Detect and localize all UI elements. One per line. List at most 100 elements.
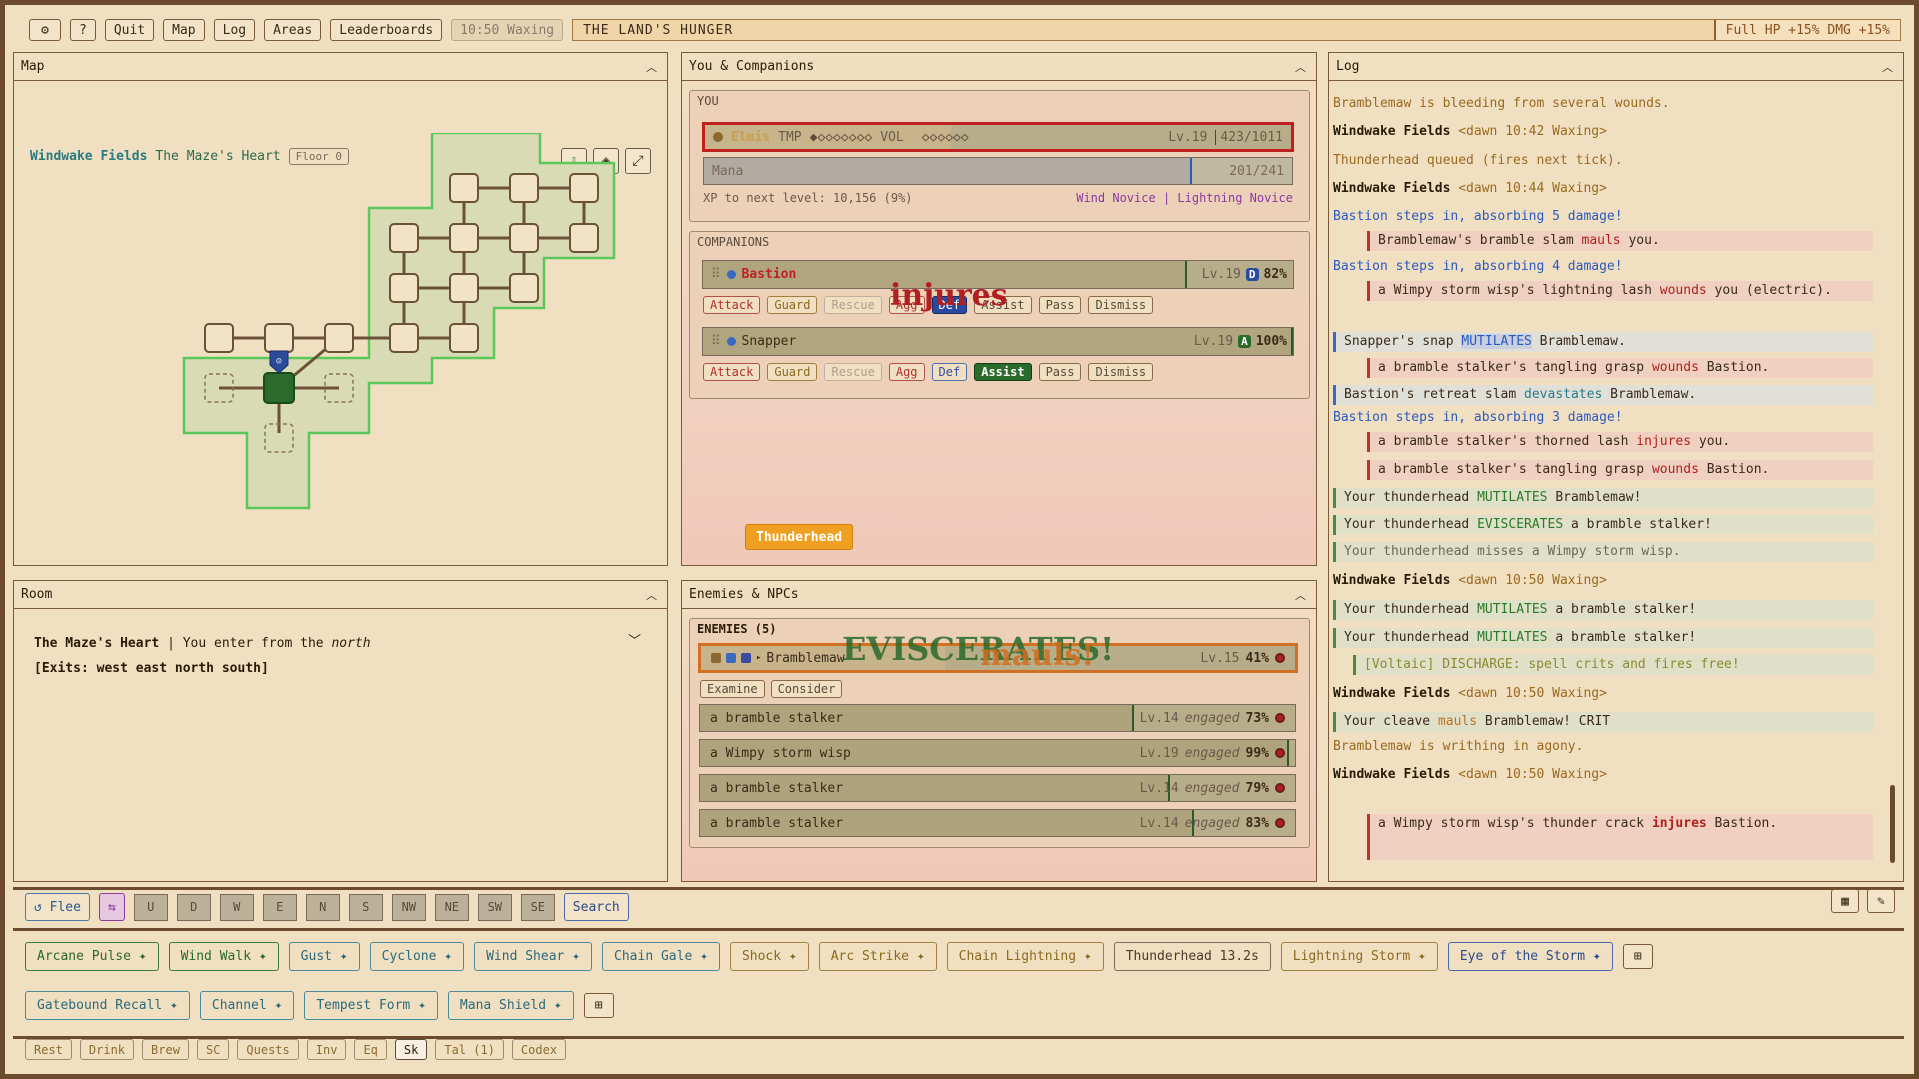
companion-bar[interactable]: ⠿ Bastion Lv.19 D 82% xyxy=(702,260,1294,289)
map-button[interactable]: Map xyxy=(163,19,205,41)
collapse-icon[interactable]: ︿ xyxy=(1295,587,1306,603)
skill-button[interactable]: Wind Shear ✦ xyxy=(474,942,593,971)
companion-dismiss-button[interactable]: Dismiss xyxy=(1088,363,1154,381)
enemy-bar[interactable]: a bramble stalker Lv.14 engaged 73% xyxy=(699,704,1296,732)
examine-button[interactable]: Examine xyxy=(700,680,765,698)
tab-tal-1[interactable]: Tal (1) xyxy=(435,1039,504,1060)
skill-button[interactable]: Channel ✦ xyxy=(199,991,295,1020)
companion-def-button[interactable]: Def xyxy=(931,296,968,314)
skill-button[interactable]: Cyclone ✦ xyxy=(369,942,465,971)
mana-value: 201/241 xyxy=(1229,163,1284,179)
chevron-down-icon[interactable]: ﹀ xyxy=(628,630,641,649)
companion-assist-button[interactable]: Assist xyxy=(974,296,1032,314)
tab-sk[interactable]: Sk xyxy=(394,1039,428,1060)
volatility-pips: ◇◇◇◇◇◇ xyxy=(921,129,969,145)
player-hp-bar[interactable]: Elmis TMP ◆◇◇◇◇◇◇◇ VOL ◇◇◇◇◇◇ Lv.19 423/… xyxy=(702,122,1294,152)
log-entry: Bastion's retreat slam devastates Brambl… xyxy=(1333,385,1873,405)
move-s-button[interactable]: S xyxy=(348,893,383,921)
companion-agg-button[interactable]: Agg xyxy=(888,296,925,314)
swap-button[interactable]: ⇆ xyxy=(98,893,125,921)
move-d-button[interactable]: D xyxy=(176,893,211,921)
log-entry: Your thunderhead MUTILATES a bramble sta… xyxy=(1333,600,1873,620)
move-sw-button[interactable]: SW xyxy=(477,893,512,921)
move-e-button[interactable]: E xyxy=(262,893,297,921)
log-entry: Your thunderhead MUTILATES a bramble sta… xyxy=(1333,628,1873,648)
skill-button[interactable]: Eye of the Storm ✦ xyxy=(1447,942,1613,971)
consider-button[interactable]: Consider xyxy=(770,680,843,698)
grid-icon[interactable]: ⊞ xyxy=(1622,944,1653,969)
tab-inv[interactable]: Inv xyxy=(306,1039,347,1060)
log-entry: Snapper's snap MUTILATES Bramblemaw. xyxy=(1333,332,1873,352)
target-enemy-bar[interactable]: ▸ Bramblemaw Lv.15 41% xyxy=(698,643,1298,673)
companion-guard-button[interactable]: Guard xyxy=(767,296,818,314)
skill-button[interactable]: Gatebound Recall ✦ xyxy=(25,991,190,1020)
enemy-bar[interactable]: a bramble stalker Lv.14 engaged 83% xyxy=(699,809,1296,837)
companion-pass-button[interactable]: Pass xyxy=(1038,363,1082,381)
log-button[interactable]: Log xyxy=(213,19,256,41)
skill-button[interactable]: Lightning Storm ✦ xyxy=(1280,942,1438,971)
tab-brew[interactable]: Brew xyxy=(142,1039,189,1060)
grid-icon[interactable]: ⊞ xyxy=(583,993,614,1018)
enemy-bar[interactable]: a bramble stalker Lv.14 engaged 79% xyxy=(699,774,1296,802)
search-button[interactable]: Search xyxy=(563,893,629,921)
skill-button[interactable]: Gust ✦ xyxy=(288,942,360,971)
companion-rescue-button[interactable]: Rescue xyxy=(824,363,882,381)
companion-attack-button[interactable]: Attack xyxy=(703,296,761,314)
companion-guard-button[interactable]: Guard xyxy=(767,363,818,381)
skill-button[interactable]: Thunderhead 13.2s xyxy=(1113,942,1271,971)
move-n-button[interactable]: N xyxy=(305,893,340,921)
tab-eq[interactable]: Eq xyxy=(354,1039,387,1060)
tab-drink[interactable]: Drink xyxy=(79,1039,135,1060)
move-ne-button[interactable]: NE xyxy=(434,893,469,921)
companion-assist-button[interactable]: Assist xyxy=(974,363,1032,381)
move-w-button[interactable]: W xyxy=(219,893,254,921)
entry-direction: north xyxy=(331,636,371,651)
move-nw-button[interactable]: NW xyxy=(391,893,426,921)
skill-button[interactable]: Arc Strike ✦ xyxy=(818,942,937,971)
companion-rescue-button[interactable]: Rescue xyxy=(824,296,882,314)
companion-def-button[interactable]: Def xyxy=(931,363,968,381)
collapse-icon[interactable]: ︿ xyxy=(1882,59,1893,75)
skill-button[interactable]: Shock ✦ xyxy=(729,942,809,971)
companion-bar[interactable]: ⠿ Snapper Lv.19 A 100% xyxy=(702,327,1294,356)
settings-button[interactable]: ⚙ xyxy=(29,19,61,41)
collapse-icon[interactable]: ︿ xyxy=(646,59,657,75)
edit-icon[interactable]: ✎ xyxy=(1867,889,1895,913)
companion-dismiss-button[interactable]: Dismiss xyxy=(1088,296,1154,314)
engagement-state: engaged xyxy=(1184,745,1240,761)
companion-agg-button[interactable]: Agg xyxy=(888,363,925,381)
skill-button[interactable]: Tempest Form ✦ xyxy=(304,991,438,1020)
skill-button[interactable]: Arcane Pulse ✦ xyxy=(25,942,159,971)
stance-badge: A xyxy=(1238,335,1251,348)
tab-quests[interactable]: Quests xyxy=(237,1039,299,1060)
enemy-bar[interactable]: a Wimpy storm wisp Lv.19 engaged 99% xyxy=(699,739,1296,767)
areas-button[interactable]: Areas xyxy=(264,19,322,41)
tab-rest[interactable]: Rest xyxy=(25,1039,72,1060)
move-se-button[interactable]: SE xyxy=(520,893,555,921)
drag-handle-icon[interactable]: ⠿ xyxy=(711,334,721,349)
drag-handle-icon[interactable]: ⠿ xyxy=(711,267,721,282)
grid-icon[interactable]: ▦ xyxy=(1831,889,1859,913)
gear-icon: ⚙ xyxy=(41,22,49,38)
collapse-icon[interactable]: ︿ xyxy=(1295,59,1306,75)
move-u-button[interactable]: U xyxy=(133,893,168,921)
skill-button[interactable]: Wind Walk ✦ xyxy=(168,942,279,971)
svg-text:☺: ☺ xyxy=(276,357,282,367)
leaderboards-button[interactable]: Leaderboards xyxy=(330,19,443,41)
map-canvas[interactable]: ☺ xyxy=(14,133,667,563)
companion-pass-button[interactable]: Pass xyxy=(1038,296,1082,314)
player-hp: 423/1011 xyxy=(1215,129,1283,145)
companion-attack-button[interactable]: Attack xyxy=(703,363,761,381)
collapse-icon[interactable]: ︿ xyxy=(646,587,657,603)
quit-button[interactable]: Quit xyxy=(104,19,155,41)
log-scrollbar[interactable] xyxy=(1889,90,1897,870)
enemy-name: a bramble stalker xyxy=(710,780,844,796)
skill-button[interactable]: Chain Lightning ✦ xyxy=(946,942,1104,971)
tab-codex[interactable]: Codex xyxy=(511,1039,567,1060)
flee-button[interactable]: ↺ Flee xyxy=(25,893,90,921)
log-entry: Bastion steps in, absorbing 5 damage! xyxy=(1333,209,1623,224)
tab-sc[interactable]: SC xyxy=(196,1039,230,1060)
skill-button[interactable]: Chain Gale ✦ xyxy=(602,942,720,971)
help-button[interactable]: ? xyxy=(70,19,96,41)
skill-button[interactable]: Mana Shield ✦ xyxy=(447,991,574,1020)
